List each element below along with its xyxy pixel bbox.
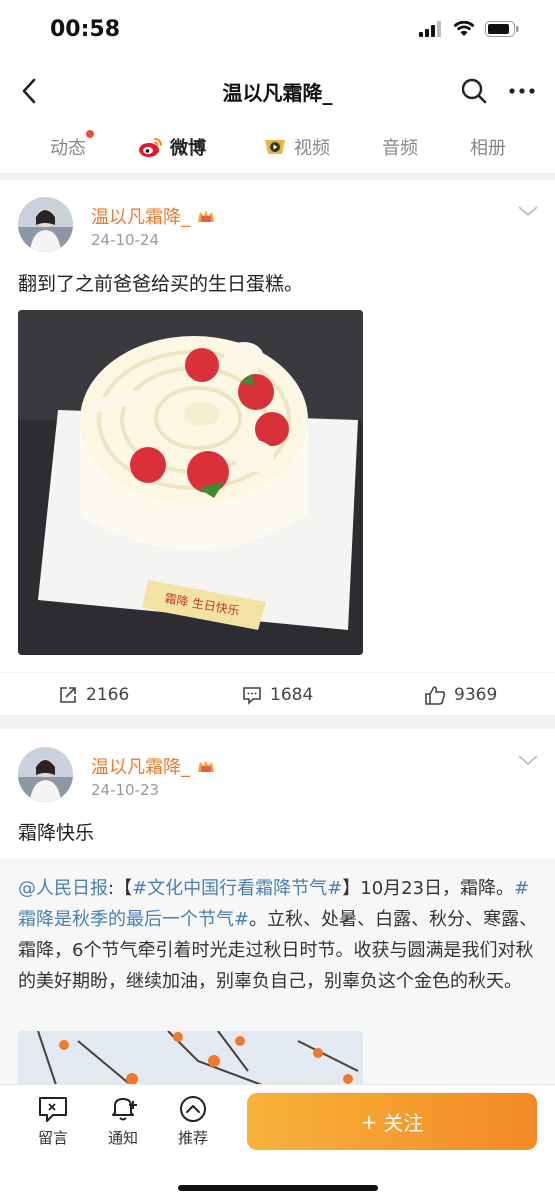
video-icon: [265, 140, 285, 154]
avatar[interactable]: [18, 747, 73, 802]
more-button[interactable]: [505, 75, 539, 107]
home-indicator: [178, 1185, 378, 1191]
topic-link[interactable]: #文化中国行看霜降节气#: [132, 878, 342, 899]
battery-icon: [485, 21, 519, 37]
notify-button[interactable]: 通知: [93, 1095, 153, 1148]
status-icons: [419, 21, 519, 37]
username-text: 温以凡霜降_: [91, 757, 190, 778]
tab-dynamics[interactable]: 动态: [50, 130, 94, 160]
retweet-box[interactable]: @人民日报:【#文化中国行看霜降节气#】10月23日，霜降。#霜降是秋季的最后一…: [0, 859, 555, 1091]
thumbs-up-icon: [425, 686, 446, 705]
username[interactable]: 温以凡霜降_: [91, 203, 216, 229]
tab-audio[interactable]: 音频: [382, 134, 418, 160]
comment-icon: [243, 687, 261, 705]
message-button[interactable]: 留言: [23, 1095, 83, 1148]
notification-dot: [86, 130, 94, 138]
persimmon-photo: [18, 1031, 363, 1091]
tab-video[interactable]: 视频: [262, 134, 330, 160]
post-date: 24-10-23: [91, 781, 160, 799]
post-card: 温以凡霜降_ 24-10-24 翻到了之前爸爸给买的生日蛋糕。 霜降 生日快乐 …: [0, 180, 555, 715]
crown-badge-icon: [198, 760, 214, 772]
repost-button[interactable]: 2166: [58, 685, 129, 705]
plus-icon: +: [360, 1109, 378, 1134]
search-button[interactable]: [458, 75, 490, 107]
post-image[interactable]: 霜降 生日快乐: [18, 310, 363, 655]
retweet-text: @人民日报:【#文化中国行看霜降节气#】10月23日，霜降。#霜降是秋季的最后一…: [18, 873, 538, 997]
chevron-down-icon[interactable]: [517, 753, 539, 767]
action-bar: 2166 1684 9369: [0, 672, 555, 720]
comment-button[interactable]: 1684: [242, 685, 313, 705]
tab-label: 微博: [170, 138, 206, 159]
retweet-image[interactable]: [18, 1031, 363, 1091]
follow-label: 关注: [383, 1111, 424, 1135]
status-bar: 00:58: [0, 0, 555, 62]
wifi-icon: [453, 21, 475, 36]
status-time: 00:58: [50, 17, 121, 42]
chevron-down-icon[interactable]: [517, 204, 539, 218]
mention-link[interactable]: @人民日报: [18, 878, 108, 899]
tab-album[interactable]: 相册: [470, 134, 506, 160]
post-text: 霜降快乐: [18, 822, 95, 844]
chevron-circle-icon: [180, 1096, 206, 1122]
avatar[interactable]: [18, 197, 73, 252]
bottom-bar: 留言 通知 推荐 + 关注: [0, 1084, 555, 1200]
weibo-icon: [139, 138, 162, 157]
cake-photo: 霜降 生日快乐: [18, 310, 363, 655]
nav-bar: 温以凡霜降_: [0, 62, 555, 120]
post-text: 翻到了之前爸爸给买的生日蛋糕。: [18, 273, 304, 295]
bell-plus-icon: [112, 1098, 137, 1121]
username-text: 温以凡霜降_: [91, 207, 190, 228]
tab-label: 视频: [294, 138, 330, 159]
post-date: 24-10-24: [91, 231, 160, 249]
message-icon: [39, 1097, 67, 1122]
retweet-part-1: 】10月23日，霜降。: [342, 878, 515, 899]
crown-badge-icon: [198, 210, 214, 222]
tab-weibo[interactable]: 微博: [138, 134, 206, 160]
share-icon: [60, 687, 76, 703]
more-dots-icon: [509, 88, 535, 94]
comment-count: 1684: [270, 685, 314, 705]
retweet-colon: :【: [108, 878, 133, 899]
signal-icon: [419, 21, 441, 37]
avatar-photo: [18, 747, 73, 802]
username[interactable]: 温以凡霜降_: [91, 753, 216, 779]
notify-label: 通知: [107, 1129, 138, 1147]
search-icon: [461, 78, 487, 104]
repost-count: 2166: [86, 685, 130, 705]
tab-label: 动态: [50, 138, 86, 159]
recommend-button[interactable]: 推荐: [163, 1095, 223, 1148]
follow-button[interactable]: + 关注: [247, 1093, 537, 1150]
tab-label: 音频: [382, 138, 418, 159]
post-card: 温以凡霜降_ 24-10-23 霜降快乐 @人民日报:【#文化中国行看霜降节气#…: [0, 729, 555, 1091]
avatar-photo: [18, 197, 73, 252]
like-button[interactable]: 9369: [424, 685, 497, 705]
message-label: 留言: [37, 1129, 68, 1147]
tab-label: 相册: [470, 138, 506, 159]
like-count: 9369: [454, 685, 498, 705]
profile-tabs: 动态 微博 视频 音频 相册: [0, 120, 555, 174]
recommend-label: 推荐: [177, 1129, 208, 1147]
